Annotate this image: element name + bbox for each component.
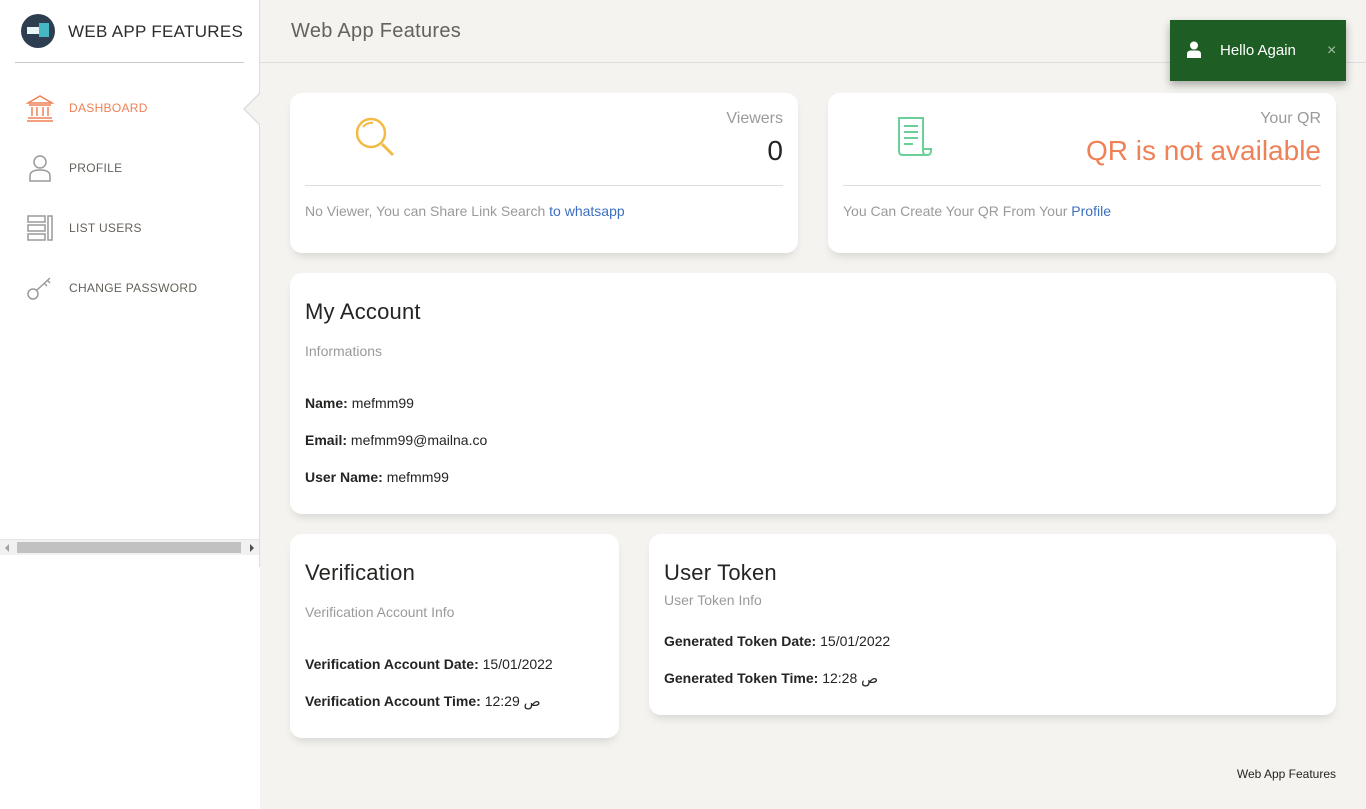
field-value: 12:29 ص: [484, 693, 541, 709]
qr-label: Your QR: [1260, 110, 1321, 127]
account-subtitle: Informations: [305, 343, 383, 359]
viewers-count: 0: [767, 135, 783, 166]
account-title: My Account: [305, 299, 421, 324]
verification-time: Verification Account Time: 12:29 ص: [305, 693, 541, 710]
field-value: 12:28 ص: [822, 670, 879, 686]
token-time: Generated Token Time: 12:28 ص: [664, 670, 878, 687]
field-label: Email:: [305, 432, 348, 448]
field-value: 15/01/2022: [482, 656, 553, 672]
sidebar-item-change-password[interactable]: CHANGE PASSWORD: [0, 262, 259, 312]
field-label: Name:: [305, 395, 348, 411]
sidebar-item-label: PROFILE: [69, 161, 123, 175]
bank-icon: [25, 94, 55, 122]
verification-date: Verification Account Date: 15/01/2022: [305, 656, 553, 672]
viewers-footer-text: No Viewer, You can Share Link Search: [305, 203, 546, 219]
field-label: Verification Account Time:: [305, 693, 481, 709]
scroll-right-icon[interactable]: [250, 544, 254, 552]
field-label: Generated Token Date:: [664, 633, 817, 649]
sidebar-item-label: DASHBOARD: [69, 101, 148, 115]
toast-notification: Hello Again ×: [1170, 20, 1346, 81]
profile-link[interactable]: Profile: [1071, 203, 1111, 219]
field-label: User Name:: [305, 469, 383, 485]
sidebar-item-list-users[interactable]: LIST USERS: [0, 202, 259, 252]
viewers-footer: No Viewer, You can Share Link Search to …: [305, 203, 625, 219]
sidebar-item-profile[interactable]: PROFILE: [0, 142, 259, 192]
field-value: mefmm99: [386, 469, 449, 485]
qr-footer-text: You Can Create Your QR From Your: [843, 203, 1068, 219]
token-date: Generated Token Date: 15/01/2022: [664, 633, 890, 649]
brand[interactable]: WEB APP FEATURES: [15, 0, 244, 63]
scroll-left-icon[interactable]: [5, 544, 9, 552]
account-card: My Account Informations Name: mefmm99 Em…: [290, 273, 1336, 514]
search-icon: [353, 115, 397, 159]
scrollbar-thumb[interactable]: [17, 542, 241, 553]
document-icon: [891, 115, 935, 159]
viewers-label: Viewers: [726, 110, 783, 127]
page-title: Web App Features: [291, 20, 462, 42]
field-value: mefmm99@mailna.co: [350, 432, 488, 448]
list-icon: [26, 214, 54, 242]
sidebar: WEB APP FEATURES DASHBOARD PROFILE LIST …: [0, 0, 260, 809]
viewers-card: Viewers 0 No Viewer, You can Share Link …: [290, 93, 798, 253]
sidebar-item-label: CHANGE PASSWORD: [69, 281, 198, 295]
sidebar-item-label: LIST USERS: [69, 221, 142, 235]
account-name: Name: mefmm99: [305, 395, 414, 411]
horizontal-scrollbar[interactable]: [0, 539, 259, 555]
field-label: Generated Token Time:: [664, 670, 819, 686]
close-icon[interactable]: ×: [1327, 42, 1336, 60]
verification-title: Verification: [305, 560, 416, 585]
qr-status: QR is not available: [1085, 135, 1321, 166]
toast-message: Hello Again: [1220, 42, 1296, 59]
verification-card: Verification Verification Account Info V…: [290, 534, 619, 738]
sidebar-panel: WEB APP FEATURES DASHBOARD PROFILE LIST …: [0, 0, 260, 567]
whatsapp-link[interactable]: to whatsapp: [549, 203, 625, 219]
field-value: 15/01/2022: [820, 633, 891, 649]
field-value: mefmm99: [351, 395, 414, 411]
divider: [843, 185, 1321, 186]
user-icon: [26, 154, 54, 182]
sidebar-item-dashboard[interactable]: DASHBOARD: [0, 82, 259, 132]
key-icon: [26, 274, 54, 302]
footer-text: Web App Features: [1236, 767, 1336, 781]
brand-logo-icon: [21, 14, 55, 48]
token-subtitle: User Token Info: [664, 592, 762, 608]
divider: [305, 185, 783, 186]
token-card: User Token User Token Info Generated Tok…: [649, 534, 1336, 715]
verification-subtitle: Verification Account Info: [305, 604, 455, 620]
user-icon: [1187, 41, 1201, 58]
account-email: Email: mefmm99@mailna.co: [305, 432, 487, 448]
qr-footer: You Can Create Your QR From Your Profile: [843, 203, 1111, 219]
active-indicator: [243, 93, 260, 125]
token-title: User Token: [664, 560, 777, 585]
field-label: Verification Account Date:: [305, 656, 479, 672]
brand-name: WEB APP FEATURES: [68, 22, 244, 41]
account-username: User Name: mefmm99: [305, 469, 449, 485]
qr-card: Your QR QR is not available You Can Crea…: [828, 93, 1336, 253]
